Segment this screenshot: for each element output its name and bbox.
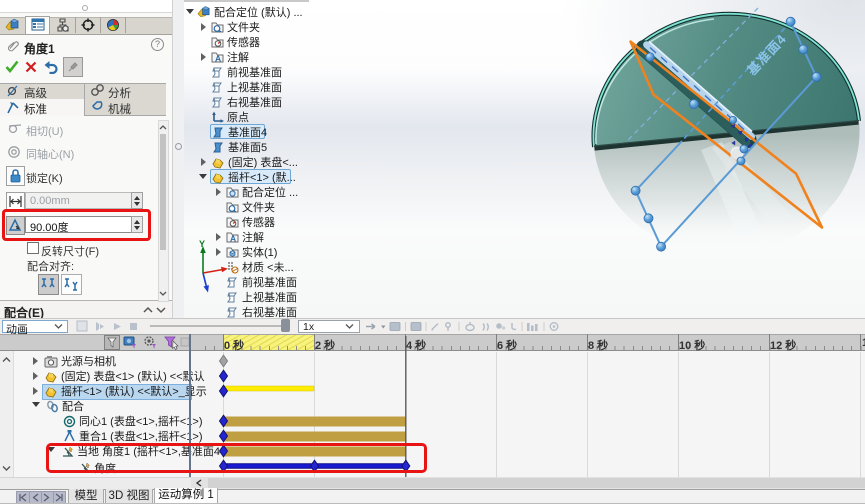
svg-text:A: A (215, 54, 221, 64)
svg-text:Y: Y (199, 239, 205, 249)
